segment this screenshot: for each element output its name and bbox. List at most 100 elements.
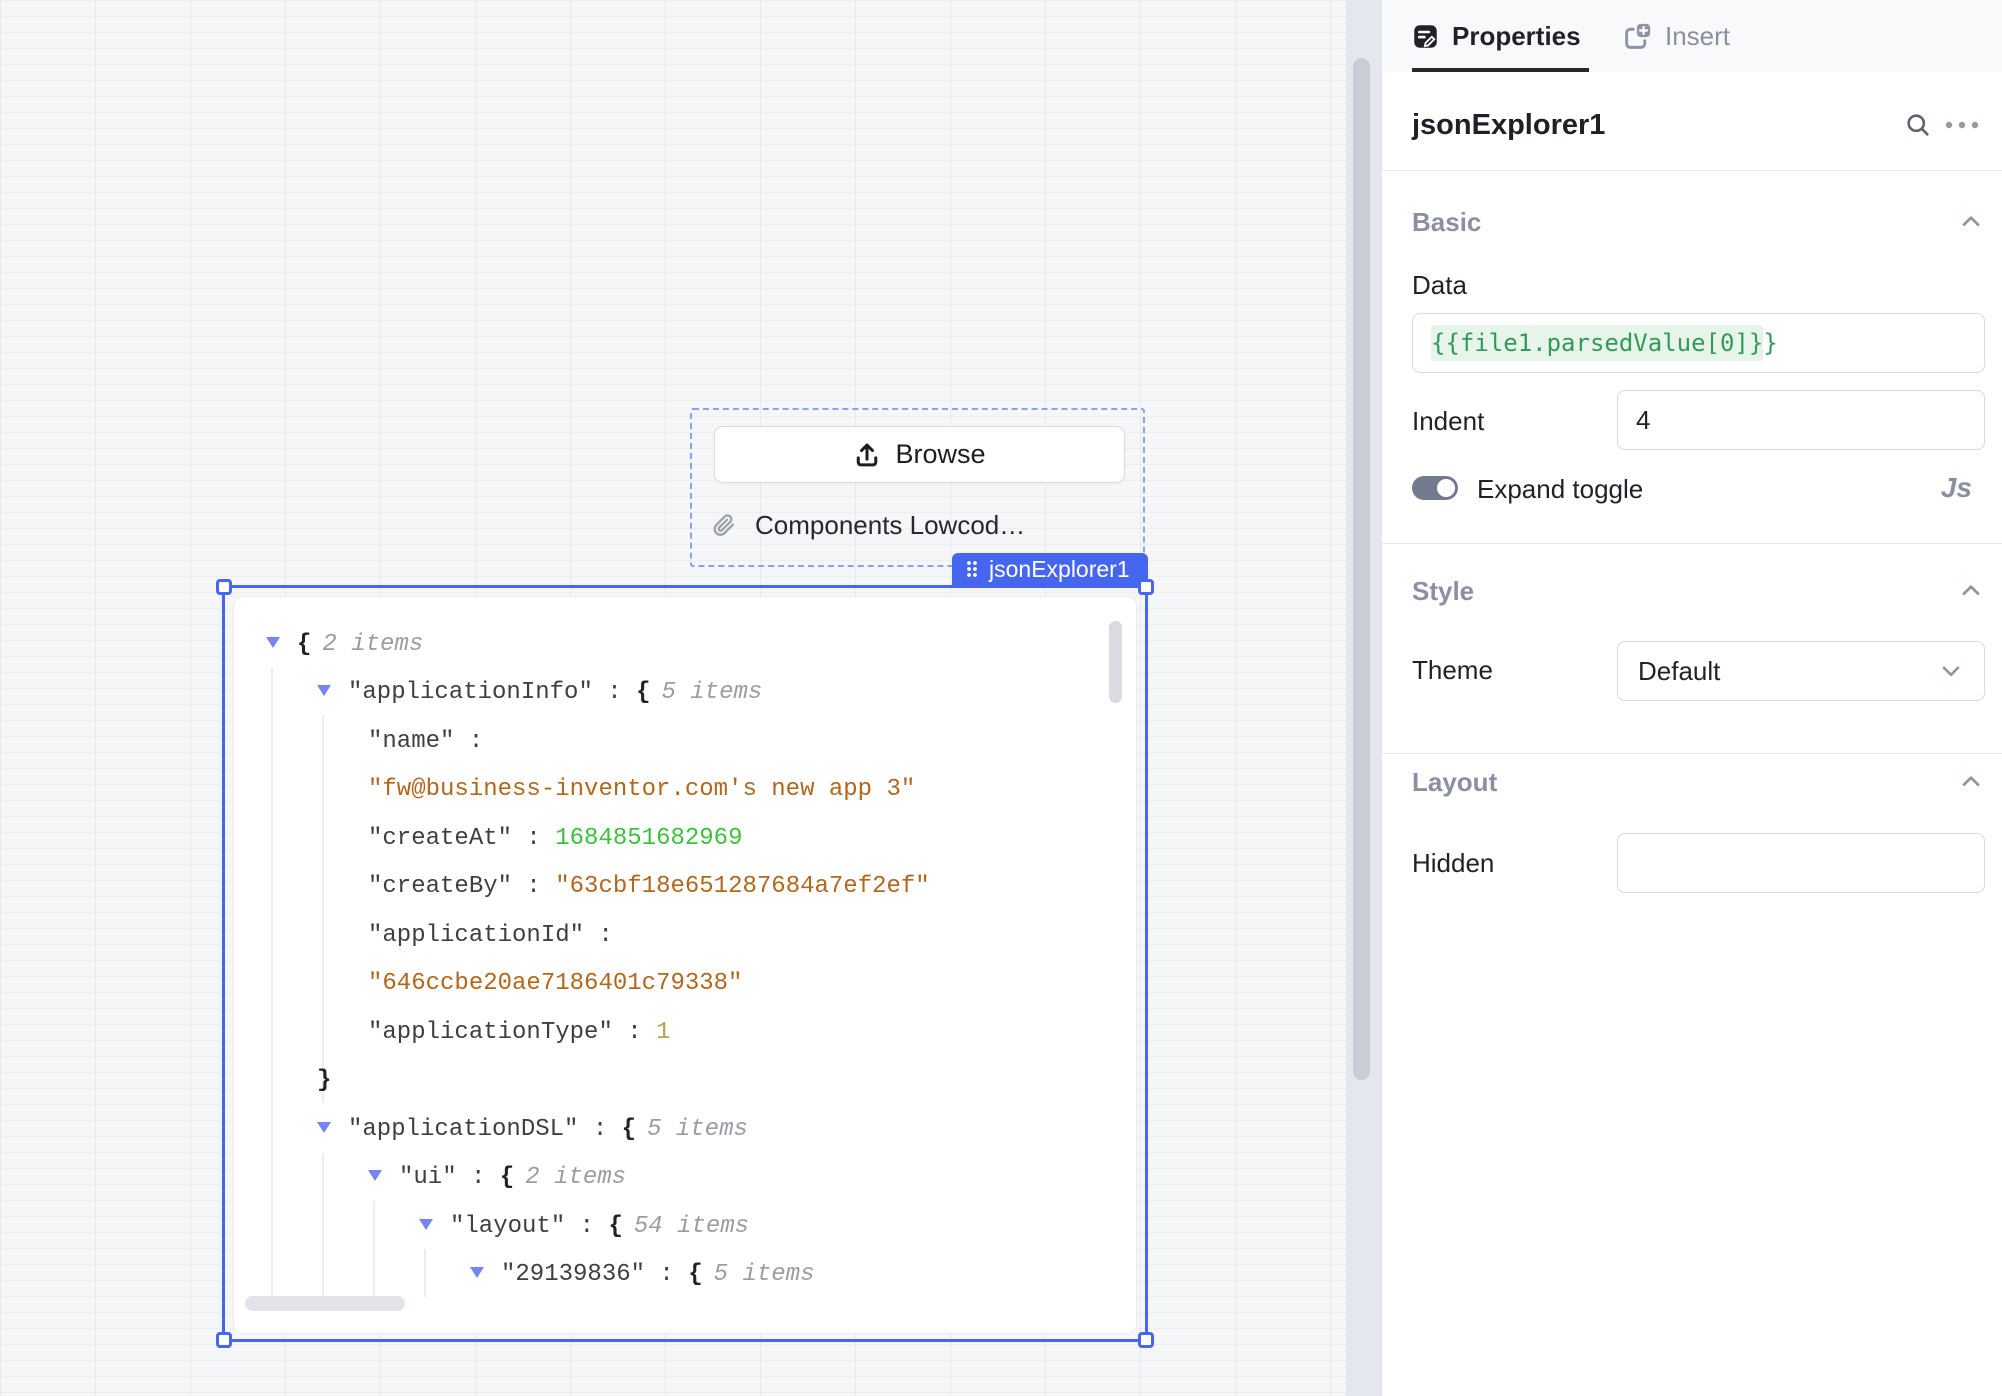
chevron-up-icon[interactable]: [1958, 769, 1984, 795]
json-row: "createAt" : 1684851682969: [234, 814, 1136, 863]
section-style-label: Style: [1412, 576, 1958, 607]
search-icon: [1904, 111, 1932, 139]
drag-handle-icon[interactable]: [964, 557, 980, 581]
paperclip-icon: [710, 512, 737, 539]
json-value: "63cbf18e651287684a7ef2ef": [555, 873, 929, 900]
theme-field-label: Theme: [1412, 655, 1493, 686]
json-brace: {: [636, 679, 650, 706]
data-expression-input[interactable]: {{file1.parsedValue[0]}}: [1412, 313, 1985, 373]
json-colon: :: [645, 1261, 688, 1288]
json-explorer-component[interactable]: {2 items"applicationInfo" : {5 items"nam…: [222, 585, 1148, 1342]
tab-insert-label: Insert: [1665, 21, 1730, 52]
json-row: }: [234, 1057, 1136, 1106]
resize-handle-bottom-left[interactable]: [216, 1332, 232, 1348]
hidden-field-label: Hidden: [1412, 848, 1494, 879]
json-items-count: 2 items: [525, 1164, 626, 1191]
data-expression-tail: }: [1763, 329, 1777, 357]
upload-icon: [853, 441, 881, 469]
json-explorer-card: {2 items"applicationInfo" : {5 items"nam…: [233, 596, 1137, 1334]
expand-triangle-icon[interactable]: [317, 685, 331, 696]
chevron-up-icon[interactable]: [1958, 209, 1984, 235]
json-row: "646ccbe20ae7186401c79338": [234, 960, 1136, 1009]
browse-button-label: Browse: [895, 439, 985, 470]
component-name-tag[interactable]: jsonExplorer1: [952, 553, 1148, 585]
more-menu-button[interactable]: [1940, 103, 1984, 147]
expand-triangle-icon[interactable]: [368, 1170, 382, 1181]
json-tree: {2 items"applicationInfo" : {5 items"nam…: [234, 620, 1136, 1299]
component-title-row: jsonExplorer1: [1412, 96, 1984, 154]
file-upload-component[interactable]: Browse Components Lowcod…: [690, 408, 1145, 567]
resize-handle-top-right[interactable]: [1138, 579, 1154, 595]
json-key: "applicationType": [368, 1019, 613, 1046]
section-layout-label: Layout: [1412, 767, 1958, 798]
resize-handle-top-left[interactable]: [216, 579, 232, 595]
json-items-count: 5 items: [661, 679, 762, 706]
json-key: "createBy": [368, 873, 512, 900]
json-key: "ui": [399, 1164, 457, 1191]
section-layout-header[interactable]: Layout: [1412, 764, 1984, 800]
search-button[interactable]: [1896, 103, 1940, 147]
json-brace: {: [622, 1116, 636, 1143]
json-row: "applicationDSL" : {5 items: [234, 1105, 1136, 1154]
tab-properties[interactable]: Properties: [1412, 0, 1581, 72]
json-key: "applicationId": [368, 922, 584, 949]
canvas-scrollbar-thumb[interactable]: [1353, 58, 1370, 1080]
tab-properties-label: Properties: [1452, 21, 1581, 52]
json-key: "applicationDSL": [348, 1116, 578, 1143]
component-title: jsonExplorer1: [1412, 109, 1896, 142]
expand-triangle-icon[interactable]: [317, 1122, 331, 1133]
toggle-knob: [1437, 479, 1455, 497]
hidden-input[interactable]: [1617, 833, 1985, 893]
data-field-label: Data: [1412, 270, 1467, 301]
json-value: "646ccbe20ae7186401c79338": [368, 970, 742, 997]
json-items-count: 5 items: [647, 1116, 748, 1143]
uploaded-file-name: Components Lowcod…: [755, 510, 1025, 541]
divider: [1382, 543, 2002, 544]
json-vertical-scrollbar[interactable]: [1109, 621, 1122, 703]
indent-input[interactable]: [1617, 390, 1985, 450]
json-colon: :: [457, 1164, 500, 1191]
browse-button[interactable]: Browse: [714, 426, 1125, 483]
chevron-up-icon[interactable]: [1958, 578, 1984, 604]
editor-canvas[interactable]: Browse Components Lowcod… jsonExplorer1: [0, 0, 1346, 1396]
tab-insert[interactable]: Insert: [1623, 0, 1730, 72]
properties-icon: [1412, 23, 1439, 50]
expand-toggle-label: Expand toggle: [1477, 474, 1643, 505]
section-basic-header[interactable]: Basic: [1412, 204, 1984, 240]
json-row: "layout" : {54 items: [234, 1202, 1136, 1251]
json-colon: :: [593, 679, 636, 706]
theme-select-value: Default: [1638, 656, 1938, 687]
canvas-scrollbar-track[interactable]: [1346, 0, 1381, 1396]
chevron-down-icon: [1938, 658, 1964, 684]
json-colon: :: [584, 922, 613, 949]
json-brace: {: [297, 631, 311, 658]
json-row: "applicationInfo" : {5 items: [234, 669, 1136, 718]
json-row: "applicationType" : 1: [234, 1008, 1136, 1057]
json-key: "applicationInfo": [348, 679, 593, 706]
json-brace: {: [500, 1164, 514, 1191]
expand-triangle-icon[interactable]: [419, 1219, 433, 1230]
json-row: {2 items: [234, 620, 1136, 669]
data-expression-highlight: {{file1.parsedValue[0]}: [1431, 325, 1763, 361]
js-code-icon[interactable]: Js: [1941, 472, 1972, 504]
properties-panel: Properties Insert jsonExplorer1: [1381, 0, 2002, 1396]
expand-triangle-icon[interactable]: [266, 637, 280, 648]
panel-tabbar: Properties Insert: [1382, 0, 2002, 72]
component-name-tag-label: jsonExplorer1: [989, 556, 1130, 583]
uploaded-file-item[interactable]: Components Lowcod…: [710, 510, 1025, 541]
resize-handle-bottom-right[interactable]: [1138, 1332, 1154, 1348]
json-brace: {: [688, 1261, 702, 1288]
json-brace: }: [317, 1067, 331, 1094]
expand-triangle-icon[interactable]: [470, 1267, 484, 1278]
expand-toggle-switch[interactable]: [1412, 476, 1458, 500]
json-brace: {: [608, 1213, 622, 1240]
json-horizontal-scrollbar[interactable]: [245, 1296, 405, 1311]
json-key: "createAt": [368, 825, 512, 852]
indent-field-label: Indent: [1412, 406, 1484, 437]
section-style-header[interactable]: Style: [1412, 573, 1984, 609]
theme-select[interactable]: Default: [1617, 641, 1985, 701]
json-colon: :: [578, 1116, 621, 1143]
section-basic-label: Basic: [1412, 207, 1958, 238]
json-items-count: 54 items: [634, 1213, 749, 1240]
divider: [1382, 753, 2002, 754]
